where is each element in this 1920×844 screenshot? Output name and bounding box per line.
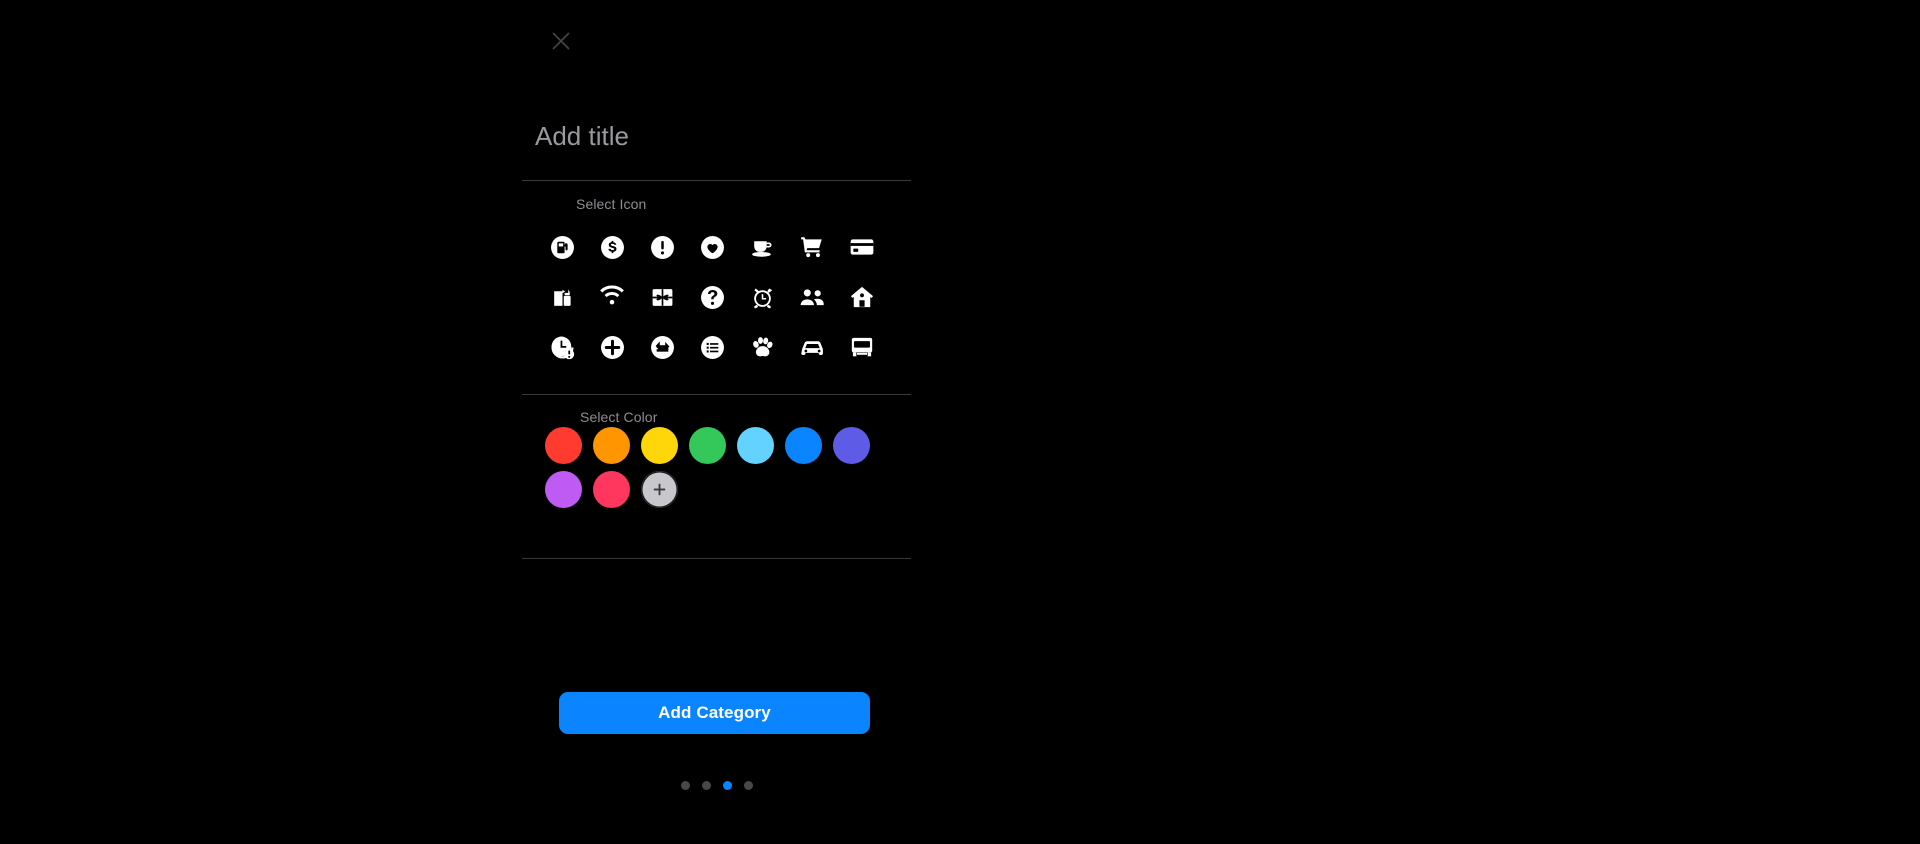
pager-dot-3[interactable] xyxy=(723,781,732,790)
icon-picker-grid xyxy=(537,222,897,372)
title-input[interactable] xyxy=(535,112,915,160)
gas-pump-icon[interactable] xyxy=(537,222,587,272)
bus-icon[interactable] xyxy=(837,322,887,372)
list-circle-icon[interactable] xyxy=(687,322,737,372)
alarm-clock-icon[interactable] xyxy=(737,272,787,322)
exclamation-circle-icon[interactable] xyxy=(637,222,687,272)
pager-dot-4[interactable] xyxy=(744,781,753,790)
plus-circle-icon[interactable] xyxy=(587,322,637,372)
takeout-bag-icon[interactable] xyxy=(537,272,587,322)
color-indigo[interactable] xyxy=(833,427,870,464)
color-red[interactable] xyxy=(545,427,582,464)
color-pink[interactable] xyxy=(593,471,630,508)
home-icon[interactable] xyxy=(837,272,887,322)
coffee-cup-icon[interactable] xyxy=(737,222,787,272)
add-category-button[interactable]: Add Category xyxy=(559,692,870,734)
close-icon[interactable] xyxy=(546,26,576,56)
add-category-panel: Select Icon xyxy=(0,0,960,844)
color-magenta[interactable] xyxy=(545,471,582,508)
color-section-divider xyxy=(522,394,911,395)
color-green[interactable] xyxy=(689,427,726,464)
pager-dot-2[interactable] xyxy=(702,781,711,790)
dollar-circle-icon[interactable] xyxy=(587,222,637,272)
color-yellow[interactable] xyxy=(641,427,678,464)
add-color-button[interactable] xyxy=(641,471,678,508)
wifi-icon[interactable] xyxy=(587,272,637,322)
credit-card-icon[interactable] xyxy=(837,222,887,272)
pager-dot-1[interactable] xyxy=(681,781,690,790)
color-picker-grid xyxy=(545,427,905,508)
color-blue[interactable] xyxy=(785,427,822,464)
question-circle-icon[interactable] xyxy=(687,272,737,322)
car-icon[interactable] xyxy=(787,322,837,372)
gift-box-icon[interactable] xyxy=(637,272,687,322)
people-group-icon[interactable] xyxy=(787,272,837,322)
bottom-divider xyxy=(522,558,911,559)
heart-circle-icon[interactable] xyxy=(687,222,737,272)
paw-print-icon[interactable] xyxy=(737,322,787,372)
title-field-wrap xyxy=(535,112,915,160)
title-underline xyxy=(522,180,911,181)
color-light-blue[interactable] xyxy=(737,427,774,464)
app-screen: Select Icon xyxy=(0,0,1920,844)
select-color-label: Select Color xyxy=(580,409,658,425)
pager-dots-left xyxy=(681,781,753,790)
select-icon-label: Select Icon xyxy=(576,196,647,212)
swap-circle-icon[interactable] xyxy=(637,322,687,372)
your-categories-panel: Back Your Categories Rent Eating Out xyxy=(960,0,1920,844)
plus-icon xyxy=(653,483,666,496)
shopping-cart-icon[interactable] xyxy=(787,222,837,272)
color-orange[interactable] xyxy=(593,427,630,464)
clock-alert-icon[interactable] xyxy=(537,322,587,372)
